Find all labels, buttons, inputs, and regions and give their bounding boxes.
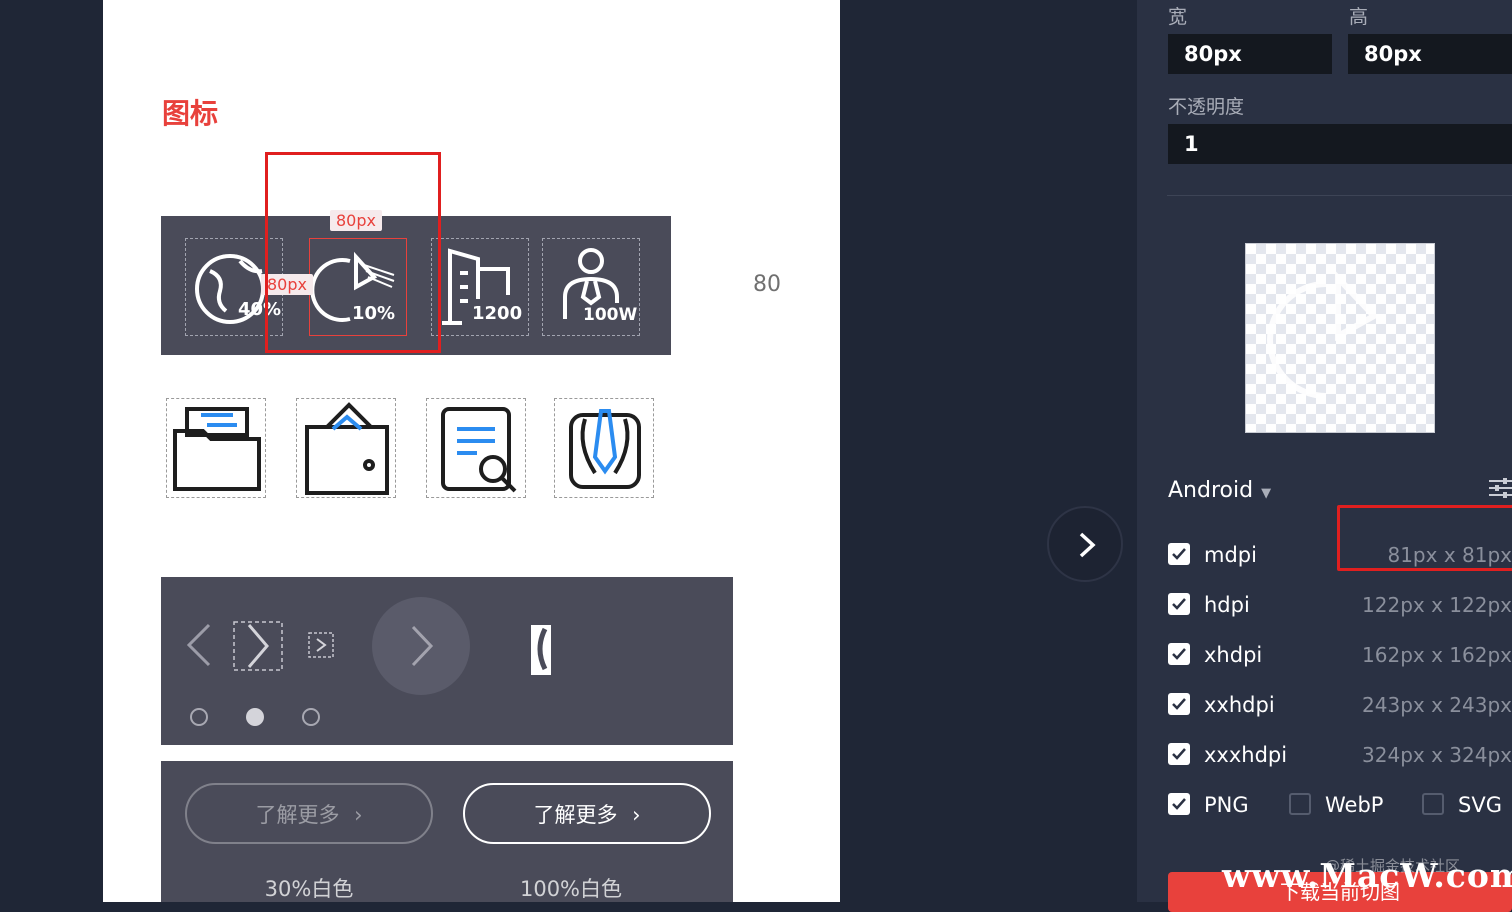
side-number: 80 [753, 272, 781, 297]
chevron-down-icon: ▼ [1261, 486, 1272, 501]
platform-select[interactable]: Android ▼ [1168, 478, 1271, 503]
height-field[interactable]: 80px [1348, 34, 1512, 74]
dpi-size: 122px x 122px [1362, 593, 1512, 617]
dpi-name: mdpi [1204, 543, 1257, 567]
format-name: WebP [1325, 793, 1384, 817]
width-field[interactable]: 80px [1168, 34, 1332, 74]
checkbox-png[interactable] [1168, 793, 1190, 815]
chevron-right-icon: › [354, 803, 363, 827]
caption-100-white: 100%白色 [519, 877, 623, 901]
document-search-icon[interactable] [426, 398, 526, 498]
dpi-name: hdpi [1204, 593, 1250, 617]
check-icon [1172, 798, 1186, 810]
folder-icon[interactable] [166, 398, 266, 498]
dpi-size: 243px x 243px [1362, 693, 1512, 717]
learn-more-label-30: 了解更多 [255, 803, 340, 827]
design-canvas[interactable]: 图标 40% 10% 1200 100W 80px 80px 80 了解更多 ›… [0, 0, 1137, 902]
check-icon [1172, 598, 1186, 610]
checkbox-xhdpi[interactable] [1168, 643, 1190, 665]
button-style-panel: 了解更多 › 了解更多 › 30%白色 100%白色 [161, 761, 733, 902]
carousel-preview [161, 577, 733, 745]
divider [1167, 195, 1512, 196]
checkbox-xxxhdpi[interactable] [1168, 743, 1190, 765]
slice-preview [1245, 243, 1435, 433]
building-value: 1200 [472, 303, 523, 324]
dpi-name: xxhdpi [1204, 693, 1275, 717]
selection-highlight [265, 152, 441, 353]
wallet-icon[interactable] [296, 398, 396, 498]
check-icon [1172, 648, 1186, 660]
user-tie-value: 100W [583, 305, 638, 325]
size-highlight [1337, 505, 1512, 571]
width-label: 宽 [1168, 6, 1188, 28]
check-icon [1172, 698, 1186, 710]
dpi-name: xhdpi [1204, 643, 1263, 667]
site-watermark: www.MacW.com [1222, 856, 1512, 895]
checkbox-mdpi[interactable] [1168, 543, 1190, 565]
checkbox-xxhdpi[interactable] [1168, 693, 1190, 715]
artboard[interactable]: 图标 40% 10% 1200 100W 80px 80px 80 了解更多 ›… [103, 0, 840, 902]
caption-30-white: 30%白色 [264, 877, 354, 901]
settings-sliders-icon[interactable] [1489, 476, 1512, 500]
building-icon[interactable]: 1200 [431, 238, 529, 336]
learn-more-label-100: 了解更多 [533, 803, 618, 827]
dpi-size: 162px x 162px [1362, 643, 1512, 667]
platform-value: Android [1168, 478, 1254, 503]
learn-more-button-30[interactable]: 了解更多 › [185, 783, 433, 844]
checkbox-hdpi[interactable] [1168, 593, 1190, 615]
check-icon [1172, 748, 1186, 760]
opacity-label: 不透明度 [1168, 96, 1245, 118]
opacity-field[interactable]: 1 [1168, 124, 1512, 164]
dpi-row-hdpi[interactable]: hdpi 122px x 122px [1168, 590, 1512, 620]
checkbox-webp[interactable] [1289, 793, 1311, 815]
format-name: SVG [1458, 793, 1502, 817]
suit-tie-icon[interactable] [554, 398, 654, 498]
height-label: 高 [1349, 6, 1369, 28]
dpi-row-xxxhdpi[interactable]: xxxhdpi 324px x 324px [1168, 740, 1512, 770]
next-slice-button[interactable] [1047, 506, 1123, 582]
chevron-right-icon: › [632, 803, 641, 827]
check-icon [1172, 548, 1186, 560]
chevron-right-icon [1079, 532, 1096, 558]
dpi-size: 324px x 324px [1362, 743, 1512, 767]
dpi-name: xxxhdpi [1204, 743, 1288, 767]
learn-more-button-100[interactable]: 了解更多 › [463, 783, 711, 844]
format-name: PNG [1204, 793, 1249, 817]
user-tie-icon[interactable]: 100W [542, 238, 640, 336]
dpi-row-xxhdpi[interactable]: xxhdpi 243px x 243px [1168, 690, 1512, 720]
export-panel: 宽 高 80px 80px 不透明度 1 Android ▼ mdpi 81px … [1137, 0, 1512, 912]
section-title: 图标 [162, 97, 219, 130]
pie-chart-icon [1267, 270, 1379, 399]
checkbox-svg[interactable] [1422, 793, 1444, 815]
dpi-row-xhdpi[interactable]: xhdpi 162px x 162px [1168, 640, 1512, 670]
